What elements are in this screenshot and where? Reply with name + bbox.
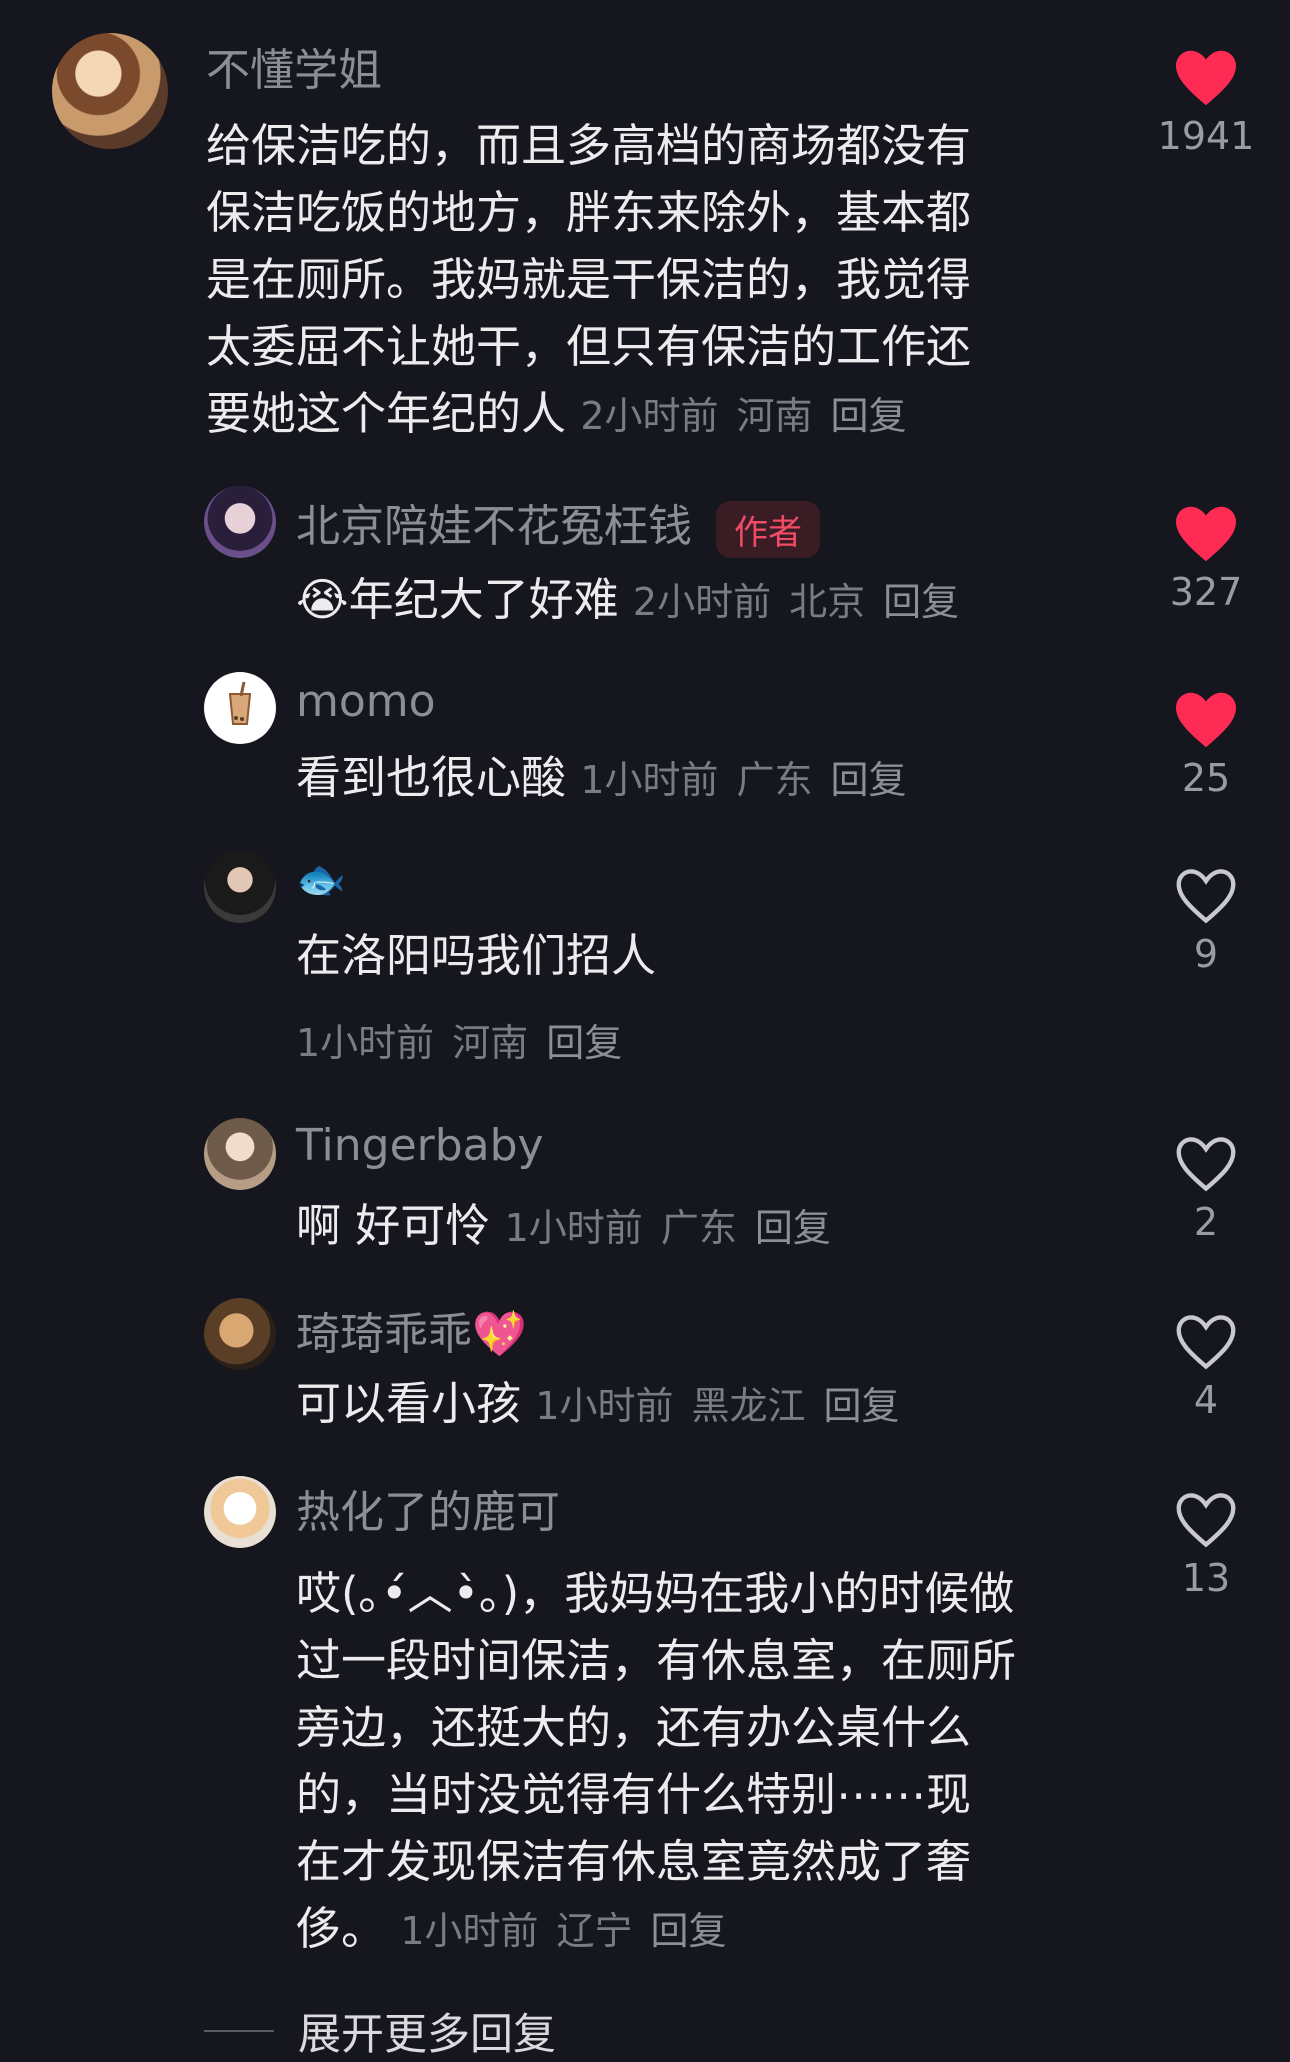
avatar[interactable] xyxy=(52,33,168,149)
comment-text: 可以看小孩 1小时前 黑龙江 回复 xyxy=(296,1377,900,1430)
heart-outline-icon xyxy=(1176,1493,1236,1548)
username[interactable]: 热化了的鹿可 xyxy=(296,1476,560,1540)
like-button[interactable]: 25 xyxy=(1146,690,1266,800)
bubble-tea-icon xyxy=(228,681,252,725)
location: 黑龙江 xyxy=(691,1384,806,1428)
like-button[interactable]: 4 xyxy=(1146,1312,1266,1422)
timestamp: 2小时前 xyxy=(580,394,719,438)
avatar[interactable] xyxy=(204,672,276,744)
username[interactable]: Tingerbaby xyxy=(296,1120,544,1171)
reply-button[interactable]: 回复 xyxy=(755,1206,831,1250)
avatar[interactable] xyxy=(204,851,276,923)
like-count: 13 xyxy=(1181,1556,1231,1600)
like-button[interactable]: 9 xyxy=(1146,866,1266,976)
reply-button[interactable]: 回复 xyxy=(831,758,907,802)
reply-button[interactable]: 回复 xyxy=(831,394,907,438)
location: 北京 xyxy=(789,580,866,624)
location: 河南 xyxy=(736,394,813,438)
heart-filled-icon xyxy=(1176,692,1236,748)
like-button[interactable]: 327 xyxy=(1146,504,1266,614)
comment-text: 哎(｡•́︿•̀｡)，我妈妈在我小的时候做 过一段时间保洁，有休息室，在厕所 旁… xyxy=(296,1567,1017,1955)
username[interactable]: momo xyxy=(296,676,436,727)
username[interactable]: 北京陪娃不花冤枉钱 作者 xyxy=(296,490,820,558)
location: 河南 xyxy=(452,1021,529,1065)
expand-more-replies[interactable]: 展开更多回复 xyxy=(204,2000,556,2062)
avatar[interactable] xyxy=(204,486,276,558)
like-button[interactable]: 13 xyxy=(1146,1490,1266,1600)
comment-text: 在洛阳吗我们招人 xyxy=(296,929,657,982)
like-count: 25 xyxy=(1181,756,1231,800)
location: 广东 xyxy=(660,1206,737,1250)
heart-filled-icon xyxy=(1176,506,1236,562)
avatar[interactable] xyxy=(204,1476,276,1548)
reply-button[interactable]: 回复 xyxy=(824,1384,900,1428)
heart-filled-icon xyxy=(1176,50,1236,106)
like-count: 1941 xyxy=(1157,114,1255,158)
reply-button[interactable]: 回复 xyxy=(546,1021,622,1065)
comment-meta: 1小时前 河南 回复 xyxy=(296,1012,640,1067)
divider xyxy=(204,2030,274,2032)
reply-button[interactable]: 回复 xyxy=(651,1909,727,1953)
expand-label: 展开更多回复 xyxy=(298,2010,556,2060)
comment-text: 看到也很心酸 1小时前 广东 回复 xyxy=(296,751,907,804)
timestamp: 1小时前 xyxy=(504,1206,643,1250)
crying-emoji-icon: 😭 xyxy=(296,573,349,626)
username[interactable]: 🐟 xyxy=(296,856,346,903)
comment-text: 给保洁吃的，而且多高档的商场都没有 保洁吃饭的地方，胖东来除外，基本都 是在厕所… xyxy=(206,119,972,440)
like-button[interactable]: 2 xyxy=(1146,1134,1266,1244)
comment-text: 😭年纪大了好难 2小时前 北京 回复 xyxy=(296,573,960,626)
timestamp: 1小时前 xyxy=(400,1909,539,1953)
comment-text: 啊 好可怜 1小时前 广东 回复 xyxy=(296,1199,831,1252)
heart-outline-icon xyxy=(1176,869,1236,924)
heart-outline-icon xyxy=(1176,1315,1236,1370)
like-count: 4 xyxy=(1193,1378,1219,1422)
like-count: 2 xyxy=(1193,1200,1219,1244)
timestamp: 1小时前 xyxy=(535,1384,674,1428)
heart-outline-icon xyxy=(1176,1137,1236,1192)
like-button[interactable]: 1941 xyxy=(1146,48,1266,158)
username[interactable]: 琦琦乖乖💖 xyxy=(296,1298,527,1362)
avatar[interactable] xyxy=(204,1118,276,1190)
reply-button[interactable]: 回复 xyxy=(883,580,959,624)
timestamp: 2小时前 xyxy=(632,580,772,624)
timestamp: 1小时前 xyxy=(296,1021,435,1065)
like-count: 9 xyxy=(1193,932,1219,976)
location: 广东 xyxy=(736,758,813,802)
username[interactable]: 不懂学姐 xyxy=(206,34,382,98)
like-count: 327 xyxy=(1169,570,1243,614)
avatar[interactable] xyxy=(204,1298,276,1370)
location: 辽宁 xyxy=(556,1909,633,1953)
author-badge: 作者 xyxy=(716,500,820,558)
timestamp: 1小时前 xyxy=(580,758,719,802)
